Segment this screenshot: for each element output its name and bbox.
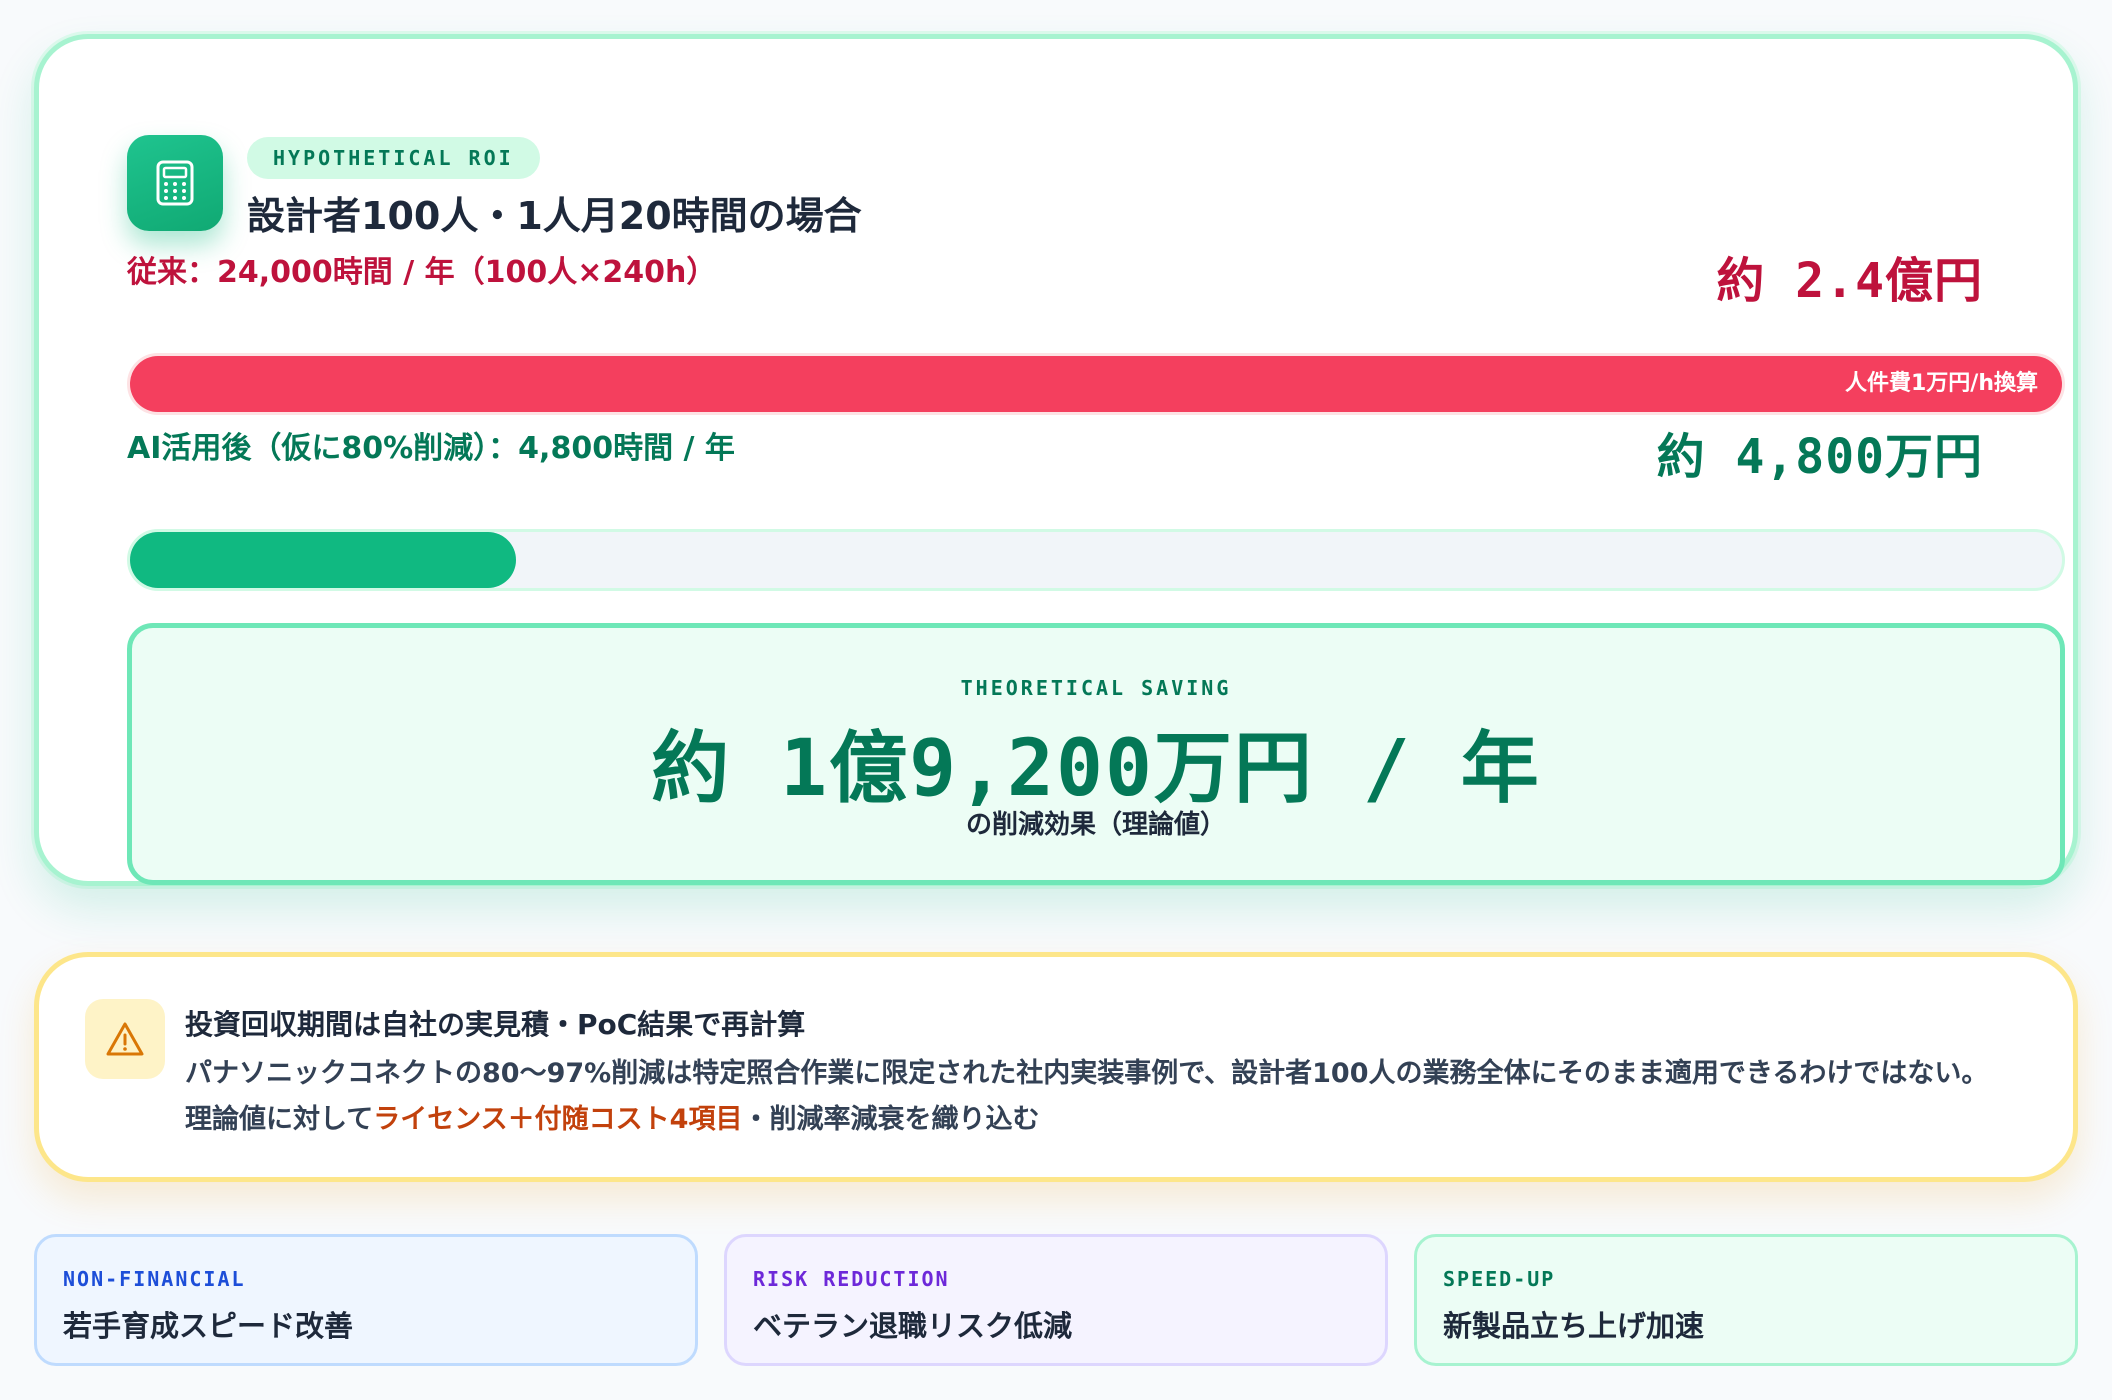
roi-title: 設計者100人・1人月20時間の場合: [247, 194, 862, 238]
calculator-icon: [127, 135, 223, 231]
roi-card: HYPOTHETICAL ROI 設計者100人・1人月20時間の場合 従来：2…: [34, 34, 2078, 886]
card-tag: NON-FINANCIAL: [63, 1267, 246, 1291]
after-bar-fill: [130, 532, 517, 588]
before-amount: 約 2.4億円: [1716, 253, 1983, 309]
card-speed-up: SPEED-UP 新製品立ち上げ加速: [1414, 1234, 2078, 1366]
card-risk-reduction: RISK REDUCTION ベテラン退職リスク低減: [724, 1234, 1388, 1366]
warning-card: 投資回収期間は自社の実見積・PoC結果で再計算 パナソニックコネクトの80〜97…: [34, 952, 2078, 1182]
warning-body: パナソニックコネクトの80〜97%削減は特定照合作業に限定された社内実装事例で、…: [185, 1051, 2015, 1143]
after-amount: 約 4,800万円: [1656, 429, 1983, 485]
roi-badge: HYPOTHETICAL ROI: [247, 137, 540, 179]
card-tag: SPEED-UP: [1443, 1267, 1556, 1291]
warning-highlight: ライセンス＋付随コスト4項目: [373, 1104, 743, 1135]
before-bar-fill: [130, 356, 2062, 412]
saving-subtitle: の削減効果（理論値）: [965, 810, 1226, 840]
saving-value: 約 1億9,200万円 / 年: [651, 724, 1541, 814]
card-tag: RISK REDUCTION: [753, 1267, 950, 1291]
card-title: ベテラン退職リスク低減: [753, 1309, 1073, 1343]
before-label: 従来：24,000時間 / 年（100人×240h）: [127, 255, 717, 290]
card-title: 若手育成スピード改善: [63, 1309, 354, 1343]
warning-title: 投資回収期間は自社の実見積・PoC結果で再計算: [185, 1008, 806, 1041]
card-non-financial: NON-FINANCIAL 若手育成スピード改善: [34, 1234, 698, 1366]
warning-triangle-icon: [85, 999, 165, 1079]
before-bar: 人件費1万円/h換算: [127, 353, 2065, 415]
after-bar: [127, 529, 2065, 591]
saving-box: THEORETICAL SAVING 約 1億9,200万円 / 年 の削減効果…: [127, 623, 2065, 885]
card-title: 新製品立ち上げ加速: [1443, 1309, 1705, 1343]
after-label: AI活用後（仮に80%削減）：4,800時間 / 年: [127, 431, 735, 466]
saving-label: THEORETICAL SAVING: [960, 676, 1232, 700]
before-bar-note: 人件費1万円/h換算: [1844, 371, 2038, 396]
warning-body-suffix: ・削減率減衰を織り込む: [742, 1104, 1040, 1135]
